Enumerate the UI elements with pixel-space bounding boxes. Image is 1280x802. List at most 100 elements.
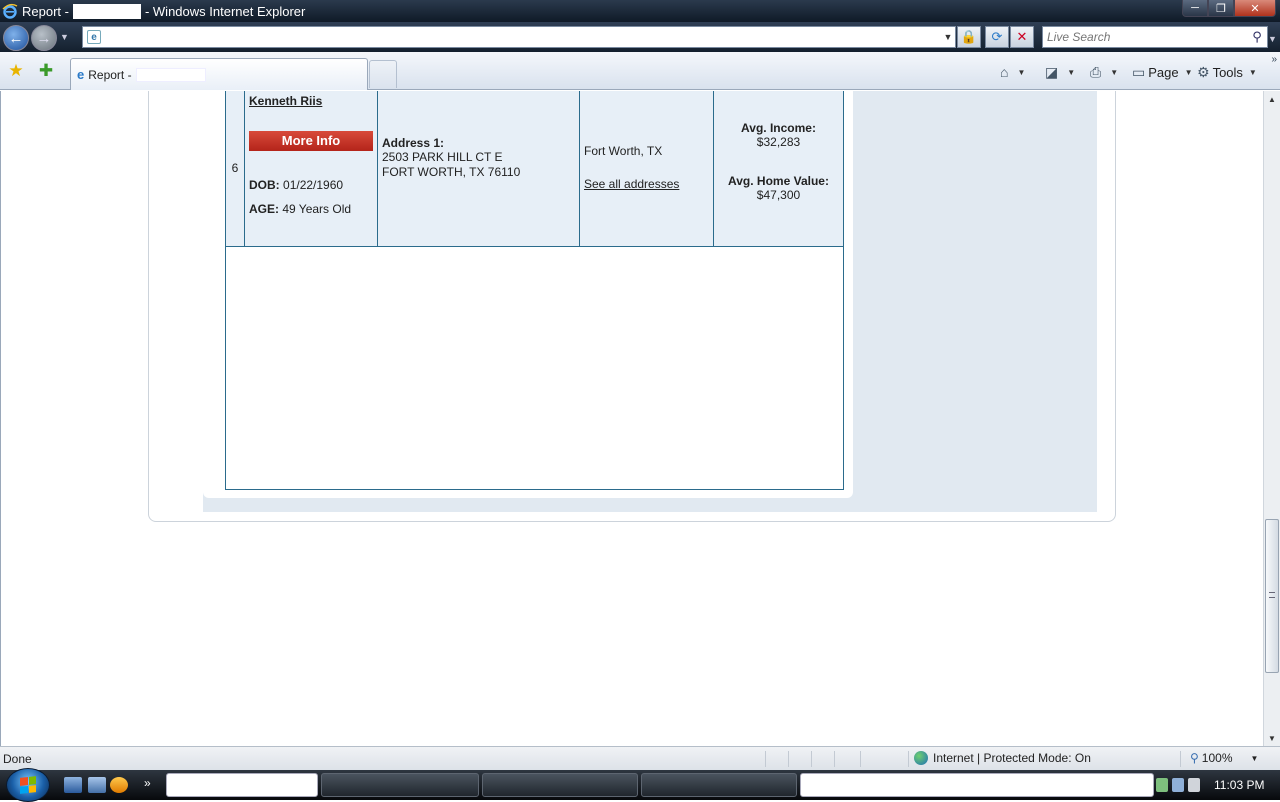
status-divider: [788, 751, 789, 767]
window-controls: ─ ❐ ✕: [1182, 0, 1276, 17]
chevron-more-icon[interactable]: »: [1271, 54, 1277, 65]
home-icon: ⌂: [1000, 64, 1009, 80]
page-menu[interactable]: ▭ Page ▼: [1132, 62, 1193, 82]
clock[interactable]: 11:03 PM: [1214, 778, 1264, 792]
home-dropdown-icon[interactable]: ▼: [1017, 68, 1025, 77]
grip-icon: [1269, 592, 1275, 598]
status-bar: Done Internet | Protected Mode: On ⚲ 100…: [0, 746, 1280, 770]
search-options-dropdown-icon[interactable]: ▼: [1268, 34, 1277, 44]
scroll-down-icon[interactable]: ▼: [1264, 730, 1280, 746]
page-dropdown-icon: ▼: [1184, 67, 1193, 77]
address-cell: Address 1: 2503 PARK HILL CT E FORT WORT…: [378, 91, 580, 247]
status-divider: [765, 751, 766, 767]
ie-logo-icon: [2, 3, 18, 19]
start-button[interactable]: [6, 768, 50, 802]
taskbar: » 11:03 PM: [0, 768, 1280, 802]
lock-icon[interactable]: 🔒: [957, 26, 981, 48]
refresh-icon[interactable]: ⟳: [985, 26, 1009, 48]
quick-launch-more-icon[interactable]: »: [144, 776, 151, 790]
status-divider: [908, 751, 909, 767]
tab-report[interactable]: e Report -: [70, 58, 368, 90]
status-divider: [860, 751, 861, 767]
security-zone[interactable]: Internet | Protected Mode: On: [914, 751, 1091, 765]
see-all-addresses-link[interactable]: See all addresses: [584, 177, 709, 191]
tab-bar: ★ ✚ e Report - ⌂ ▼ ◪ ▼ ⎙ ▼ ▭ Page ▼ ⚙ Tools…: [0, 52, 1280, 90]
media-player-icon[interactable]: [110, 777, 128, 793]
forward-button[interactable]: →: [31, 25, 57, 51]
search-icon[interactable]: ⚲: [1247, 29, 1267, 45]
volume-icon[interactable]: [1188, 778, 1200, 792]
status-text: Done: [3, 752, 32, 766]
zoom-control[interactable]: ⚲ 100% ▼: [1190, 751, 1258, 765]
address-line-2: FORT WORTH, TX 76110: [382, 165, 521, 179]
zone-text: Internet | Protected Mode: On: [933, 751, 1091, 765]
close-button[interactable]: ✕: [1234, 0, 1276, 17]
status-divider: [811, 751, 812, 767]
title-bar: Report - - Windows Internet Explorer ─ ❐…: [0, 0, 1280, 22]
network-icon[interactable]: [1172, 778, 1184, 792]
search-field[interactable]: ⚲: [1042, 26, 1268, 48]
maximize-button[interactable]: ❐: [1208, 0, 1234, 17]
address-toolbar: ← → ▼ e ▼ 🔒 ⟳ ✕ ⚲ ▼: [0, 22, 1280, 52]
url-input[interactable]: [105, 28, 941, 46]
scroll-thumb[interactable]: [1265, 519, 1279, 673]
forward-arrow-icon: →: [36, 29, 52, 47]
taskbar-button[interactable]: [482, 773, 638, 797]
scroll-up-icon[interactable]: ▲: [1264, 91, 1280, 107]
taskbar-button[interactable]: [321, 773, 479, 797]
back-button[interactable]: ←: [3, 25, 29, 51]
vertical-scrollbar[interactable]: ▲ ▼: [1263, 91, 1280, 746]
home-button[interactable]: ⌂ ▼: [1000, 62, 1025, 82]
address-label: Address 1:: [382, 136, 445, 150]
search-input[interactable]: [1047, 30, 1247, 44]
taskbar-button-blank[interactable]: [800, 773, 1154, 797]
print-button[interactable]: ⎙ ▼: [1090, 62, 1118, 82]
person-name-link[interactable]: Kenneth Riis: [249, 94, 373, 108]
gear-icon: ⚙: [1197, 63, 1210, 80]
printer-icon: ⎙: [1090, 63, 1102, 80]
status-divider: [1180, 751, 1181, 767]
age-label: AGE:: [249, 202, 279, 216]
ie-tab-icon: e: [77, 67, 85, 82]
tab-label: Report -: [88, 67, 132, 82]
minimize-button[interactable]: ─: [1182, 0, 1208, 17]
new-tab-button[interactable]: [369, 60, 397, 88]
content-area: 6 Kenneth Riis More Info DOB: 01/22/1960…: [203, 91, 1097, 512]
taskbar-button-active[interactable]: [166, 773, 318, 797]
rss-feed-icon: ◪: [1045, 63, 1059, 80]
tools-menu-label: Tools: [1212, 64, 1243, 80]
favorites-star-icon[interactable]: ★: [6, 61, 26, 81]
tools-menu[interactable]: ⚙ Tools ▼: [1197, 62, 1257, 82]
add-favorite-icon[interactable]: ✚: [36, 61, 56, 81]
zoom-dropdown-icon[interactable]: ▼: [1251, 754, 1259, 763]
page-menu-label: Page: [1148, 64, 1179, 80]
page-icon: e: [87, 30, 101, 44]
switch-windows-icon[interactable]: [88, 777, 106, 793]
feeds-dropdown-icon[interactable]: ▼: [1067, 68, 1075, 77]
city-text: Fort Worth, TX: [584, 144, 663, 158]
system-tray: 11:03 PM: [1156, 770, 1280, 800]
back-arrow-icon: ←: [8, 29, 24, 47]
print-dropdown-icon[interactable]: ▼: [1110, 68, 1118, 77]
more-info-button[interactable]: More Info: [249, 131, 373, 151]
stop-icon[interactable]: ✕: [1010, 26, 1034, 48]
redacted-block: [72, 3, 141, 19]
windows-logo-icon: [20, 776, 36, 794]
globe-icon: [914, 751, 928, 765]
results-panel: 6 Kenneth Riis More Info DOB: 01/22/1960…: [203, 91, 853, 498]
window-title-prefix: Report -: [22, 3, 69, 19]
tray-app-icon[interactable]: [1156, 778, 1168, 792]
magnifier-icon: ⚲: [1190, 751, 1199, 765]
feeds-button[interactable]: ◪ ▼: [1045, 62, 1075, 82]
show-desktop-icon[interactable]: [64, 777, 82, 793]
recent-pages-dropdown-icon[interactable]: ▼: [60, 32, 69, 42]
person-cell: Kenneth Riis More Info DOB: 01/22/1960 A…: [245, 91, 378, 247]
taskbar-button[interactable]: [641, 773, 797, 797]
tools-dropdown-icon: ▼: [1248, 67, 1257, 77]
url-dropdown-icon[interactable]: ▼: [941, 32, 955, 42]
address-field[interactable]: e ▼: [82, 26, 956, 48]
table-row: 6 Kenneth Riis More Info DOB: 01/22/1960…: [226, 91, 843, 247]
page-container: 6 Kenneth Riis More Info DOB: 01/22/1960…: [148, 91, 1116, 522]
avg-home-value-label: Avg. Home Value:: [728, 174, 829, 188]
